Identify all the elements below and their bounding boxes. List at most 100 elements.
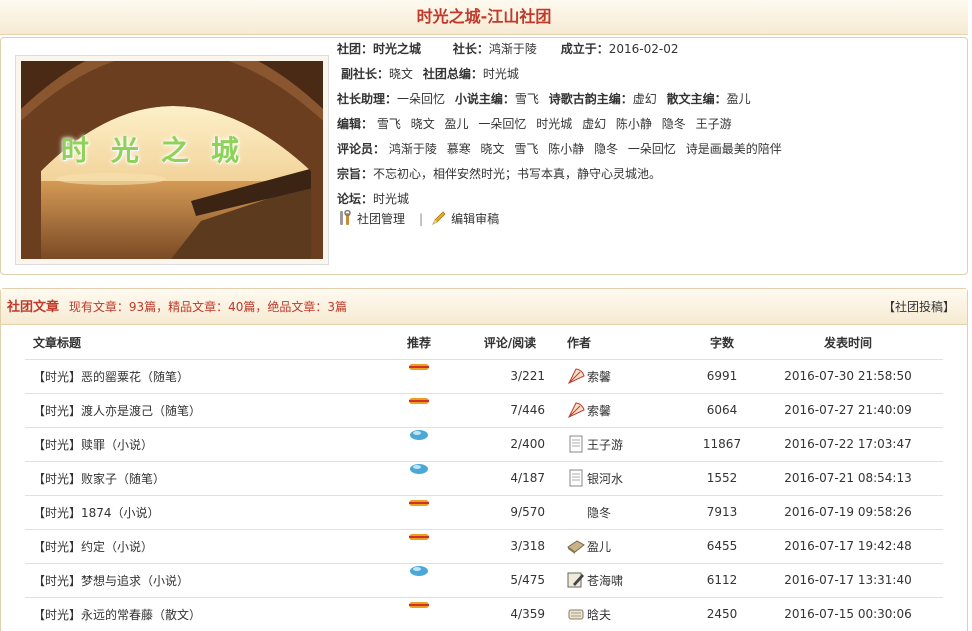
author-link[interactable]: 索馨 <box>587 404 611 418</box>
author-rank-fan-icon <box>567 401 585 419</box>
forum-line: 论坛：时光城 <box>337 189 415 209</box>
author-link[interactable]: 苍海啸 <box>587 574 623 588</box>
comments-reads: 7/446 <box>441 393 551 428</box>
article-title-link[interactable]: 【时光】败家子（随笔） <box>33 472 165 486</box>
articles-heading: 社团文章 <box>7 300 60 315</box>
author-link[interactable]: 晗夫 <box>587 608 611 622</box>
publish-time: 2016-07-19 09:58:26 <box>753 495 943 530</box>
col-title-header: 文章标题 <box>25 327 397 360</box>
author-placeholder <box>567 503 585 521</box>
article-title-link[interactable]: 【时光】赎罪（小说） <box>33 438 153 452</box>
word-count: 6064 <box>691 393 753 428</box>
article-title-link[interactable]: 【时光】约定（小说） <box>33 540 153 554</box>
recommend-red-badge-icon <box>408 531 430 545</box>
editor-link[interactable]: 雪飞 <box>377 117 401 131</box>
publish-time: 2016-07-27 21:40:09 <box>753 393 943 428</box>
reviewer-link[interactable]: 诗是画最美的陪伴 <box>686 142 782 156</box>
forum-link[interactable]: 时光城 <box>373 192 409 206</box>
vice-president-link[interactable]: 晓文 <box>389 67 413 81</box>
editor-link[interactable]: 虚幻 <box>582 117 606 131</box>
editors-line: 编辑： 雪飞 晓文 盈儿 一朵回忆 时光城 虚幻 陈小静 隐冬 王子游 <box>337 114 738 134</box>
word-count: 1552 <box>691 461 753 496</box>
novel-editor-label: 小说主编： <box>454 92 515 106</box>
motto-label: 宗旨： <box>337 167 374 181</box>
author-link[interactable]: 银河水 <box>587 472 623 486</box>
prose-editor-link[interactable]: 盈儿 <box>727 92 751 106</box>
club-name-label: 社团： <box>337 42 374 56</box>
prose-editor-label: 散文主编： <box>666 92 727 106</box>
author-rank-page-icon <box>567 469 585 487</box>
word-count: 7913 <box>691 495 753 530</box>
editor-link[interactable]: 一朵回忆 <box>478 117 526 131</box>
page-header: 时光之城-江山社团 <box>0 0 968 35</box>
editor-link[interactable]: 陈小静 <box>616 117 652 131</box>
author-link[interactable]: 王子游 <box>587 438 623 452</box>
word-count: 6455 <box>691 529 753 564</box>
author-link[interactable]: 隐冬 <box>587 506 611 520</box>
vice-line: 副社长：晓文 社团总编：时光城 <box>341 64 525 84</box>
comments-reads: 5/475 <box>441 563 551 598</box>
reviewer-link[interactable]: 雪飞 <box>514 142 538 156</box>
article-title-link[interactable]: 【时光】梦想与追求（小说） <box>33 574 189 588</box>
author-rank-pen-icon <box>567 571 585 589</box>
forum-label: 论坛： <box>337 192 374 206</box>
article-title-link[interactable]: 【时光】恶的罂粟花（随笔） <box>33 370 189 384</box>
author-rank-page-icon <box>567 435 585 453</box>
editor-link[interactable]: 时光城 <box>536 117 572 131</box>
publish-time: 2016-07-30 21:58:50 <box>753 359 943 394</box>
reviewer-link[interactable]: 晓文 <box>481 142 505 156</box>
page-title: 时光之城-江山社团 <box>416 7 552 26</box>
club-submit-link[interactable]: 【社团投稿】 <box>883 289 955 325</box>
publish-time: 2016-07-15 00:30:06 <box>753 597 943 631</box>
col-time-header: 发表时间 <box>753 327 943 360</box>
reviewer-link[interactable]: 陈小静 <box>548 142 584 156</box>
comments-reads: 4/187 <box>441 461 551 496</box>
vice-president-label: 副社长： <box>341 67 390 81</box>
reviewer-link[interactable]: 隐冬 <box>594 142 618 156</box>
editor-link[interactable]: 王子游 <box>696 117 732 131</box>
club-logo-text: 时光之城 <box>61 134 262 167</box>
table-row: 【时光】赎罪（小说） 2/400 王子游 11867 2016-07-22 17:03:… <box>25 427 943 462</box>
col-recommend-header: 推荐 <box>397 327 441 360</box>
recommend-blue-badge-icon <box>408 463 430 478</box>
reviewer-link[interactable]: 鸿渐于陵 <box>389 142 437 156</box>
recommend-red-badge-icon <box>408 599 430 613</box>
reviewer-link[interactable]: 慕寒 <box>447 142 471 156</box>
editor-link[interactable]: 晓文 <box>411 117 435 131</box>
articles-table-body: 【时光】恶的罂粟花（随笔） 3/221 索馨 6991 2016-07-30 21:58… <box>25 359 943 631</box>
word-count: 11867 <box>691 427 753 462</box>
chief-editor-label: 社团总编： <box>422 67 483 81</box>
publish-time: 2016-07-17 19:42:48 <box>753 529 943 564</box>
staff-line: 社长助理：一朵回忆 小说主编：雪飞 诗歌古韵主编：虚幻 散文主编：盈儿 <box>337 89 757 109</box>
motto-text: 不忘初心，相伴安然时光；书写本真，静守心灵城池。 <box>373 167 662 181</box>
article-title-link[interactable]: 【时光】永远的常春藤（散文） <box>33 608 201 622</box>
table-row: 【时光】约定（小说） 3/318 盈儿 6455 2016-07-17 19:42:48 <box>25 529 943 564</box>
pencil-icon <box>432 211 446 225</box>
club-articles-panel: 社团文章 现有文章：93篇，精品文章：40篇，绝品文章：3篇 【社团投稿】 文章… <box>0 288 968 631</box>
article-title-link[interactable]: 【时光】渡人亦是渡己（随笔） <box>33 404 201 418</box>
author-link[interactable]: 盈儿 <box>587 540 611 554</box>
novel-editor-link[interactable]: 雪飞 <box>515 92 539 106</box>
reviewers-label: 评论员： <box>337 142 386 156</box>
poetry-editor-link[interactable]: 虚幻 <box>633 92 657 106</box>
club-logo-image: 时光之城 <box>21 61 323 259</box>
motto-line: 宗旨：不忘初心，相伴安然时光；书写本真，静守心灵城池。 <box>337 164 667 184</box>
reviewers-line: 评论员： 鸿渐于陵 慕寒 晓文 雪飞 陈小静 隐冬 一朵回忆 诗是画最美的陪伴 <box>337 139 788 159</box>
table-row: 【时光】梦想与追求（小说） 5/475 苍海啸 6112 2016-07-17 13:3… <box>25 563 943 598</box>
editor-link[interactable]: 盈儿 <box>445 117 469 131</box>
comments-reads: 4/359 <box>441 597 551 631</box>
edit-review-link[interactable]: 编辑审稿 <box>451 212 499 226</box>
chief-editor-link[interactable]: 时光城 <box>483 67 519 81</box>
word-count: 6991 <box>691 359 753 394</box>
reviewer-link[interactable]: 一朵回忆 <box>628 142 676 156</box>
president-link[interactable]: 鸿渐于陵 <box>489 42 537 56</box>
president-label: 社长： <box>452 42 489 56</box>
publish-time: 2016-07-22 17:03:47 <box>753 427 943 462</box>
article-title-link[interactable]: 【时光】1874（小说） <box>33 506 160 520</box>
editor-link[interactable]: 隐冬 <box>662 117 686 131</box>
club-management-link[interactable]: 社团管理 <box>357 212 405 226</box>
assistant-link[interactable]: 一朵回忆 <box>397 92 445 106</box>
comments-reads: 2/400 <box>441 427 551 462</box>
comments-reads: 3/318 <box>441 529 551 564</box>
author-link[interactable]: 索馨 <box>587 370 611 384</box>
